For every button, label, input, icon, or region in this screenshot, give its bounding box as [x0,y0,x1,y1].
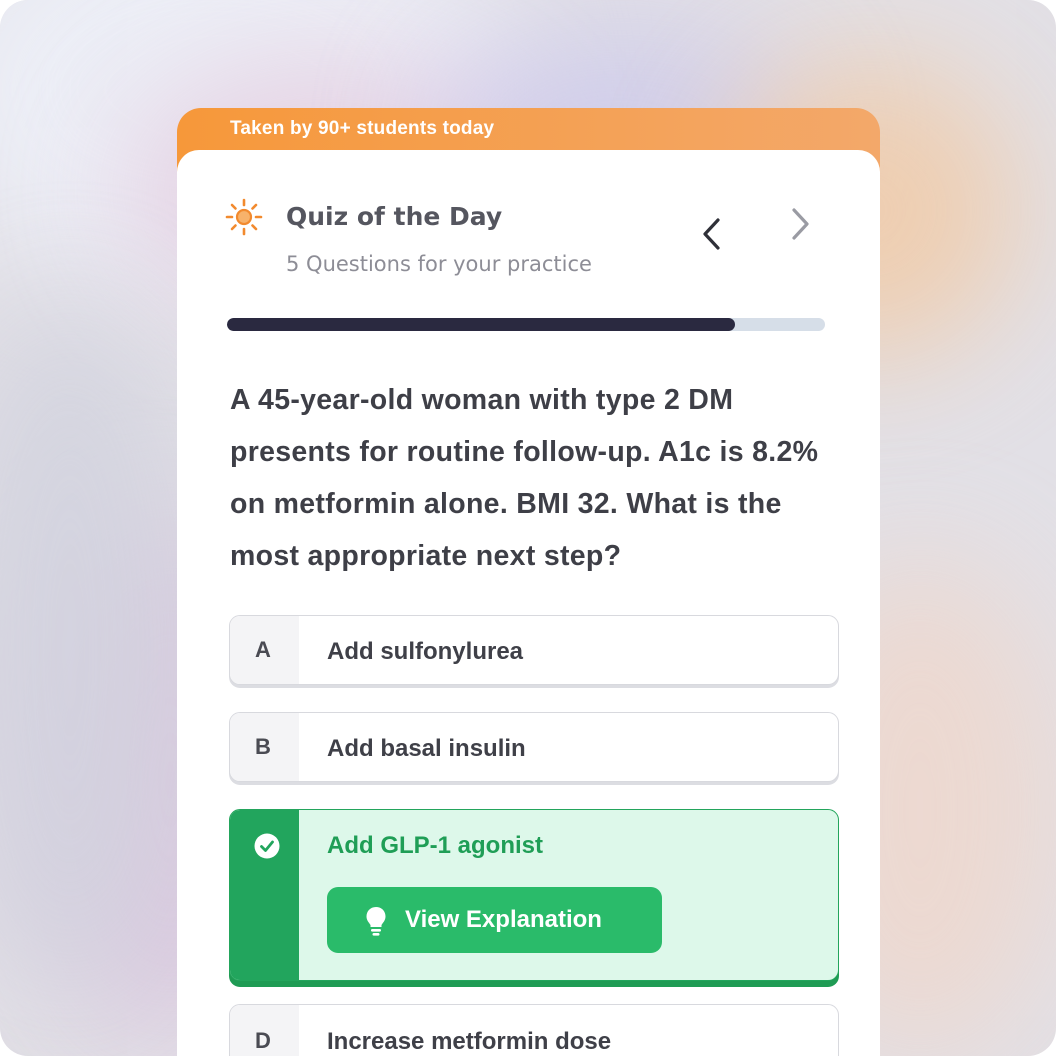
progress-bar [227,318,825,331]
quiz-card: Quiz of the Day 5 Questions for your pra… [177,150,880,1056]
chevron-left-icon [703,218,720,250]
quiz-title: Quiz of the Day [286,202,503,231]
option-text: Increase metformin dose [327,1028,612,1055]
banner-text: Taken by 90+ students today [230,118,495,139]
chevron-right-icon [792,208,809,240]
view-explanation-button[interactable]: View Explanation [327,887,662,953]
option-b[interactable]: B Add basal insulin [229,712,839,782]
option-letter: D [255,1028,271,1053]
option-c-correct[interactable]: Add GLP-1 agonist View Explanation [229,809,839,981]
option-letter: A [255,637,271,662]
option-letter: B [255,734,271,759]
view-explanation-label: View Explanation [405,906,602,933]
previous-button[interactable] [692,210,732,258]
option-check-box [230,810,299,980]
question-text: A 45-year-old woman with type 2 DM prese… [230,384,819,572]
option-d[interactable]: D Increase metformin dose [229,1004,839,1056]
quiz-subtitle: 5 Questions for your practice [286,252,592,276]
sun-icon [225,198,263,236]
progress-fill [227,318,736,331]
option-text: Add GLP-1 agonist [327,832,543,859]
next-button[interactable] [780,200,820,248]
option-letter-box: B [230,713,299,781]
option-text: Add sulfonylurea [327,638,524,665]
lightbulb-icon [366,907,386,936]
option-text: Add basal insulin [327,735,526,762]
background: Taken by 90+ students today Quiz of the … [0,0,1056,1056]
option-letter-box: D [230,1005,299,1056]
check-circle-icon [254,833,280,859]
option-letter-box: A [230,616,299,684]
option-a[interactable]: A Add sulfonylurea [229,615,839,685]
